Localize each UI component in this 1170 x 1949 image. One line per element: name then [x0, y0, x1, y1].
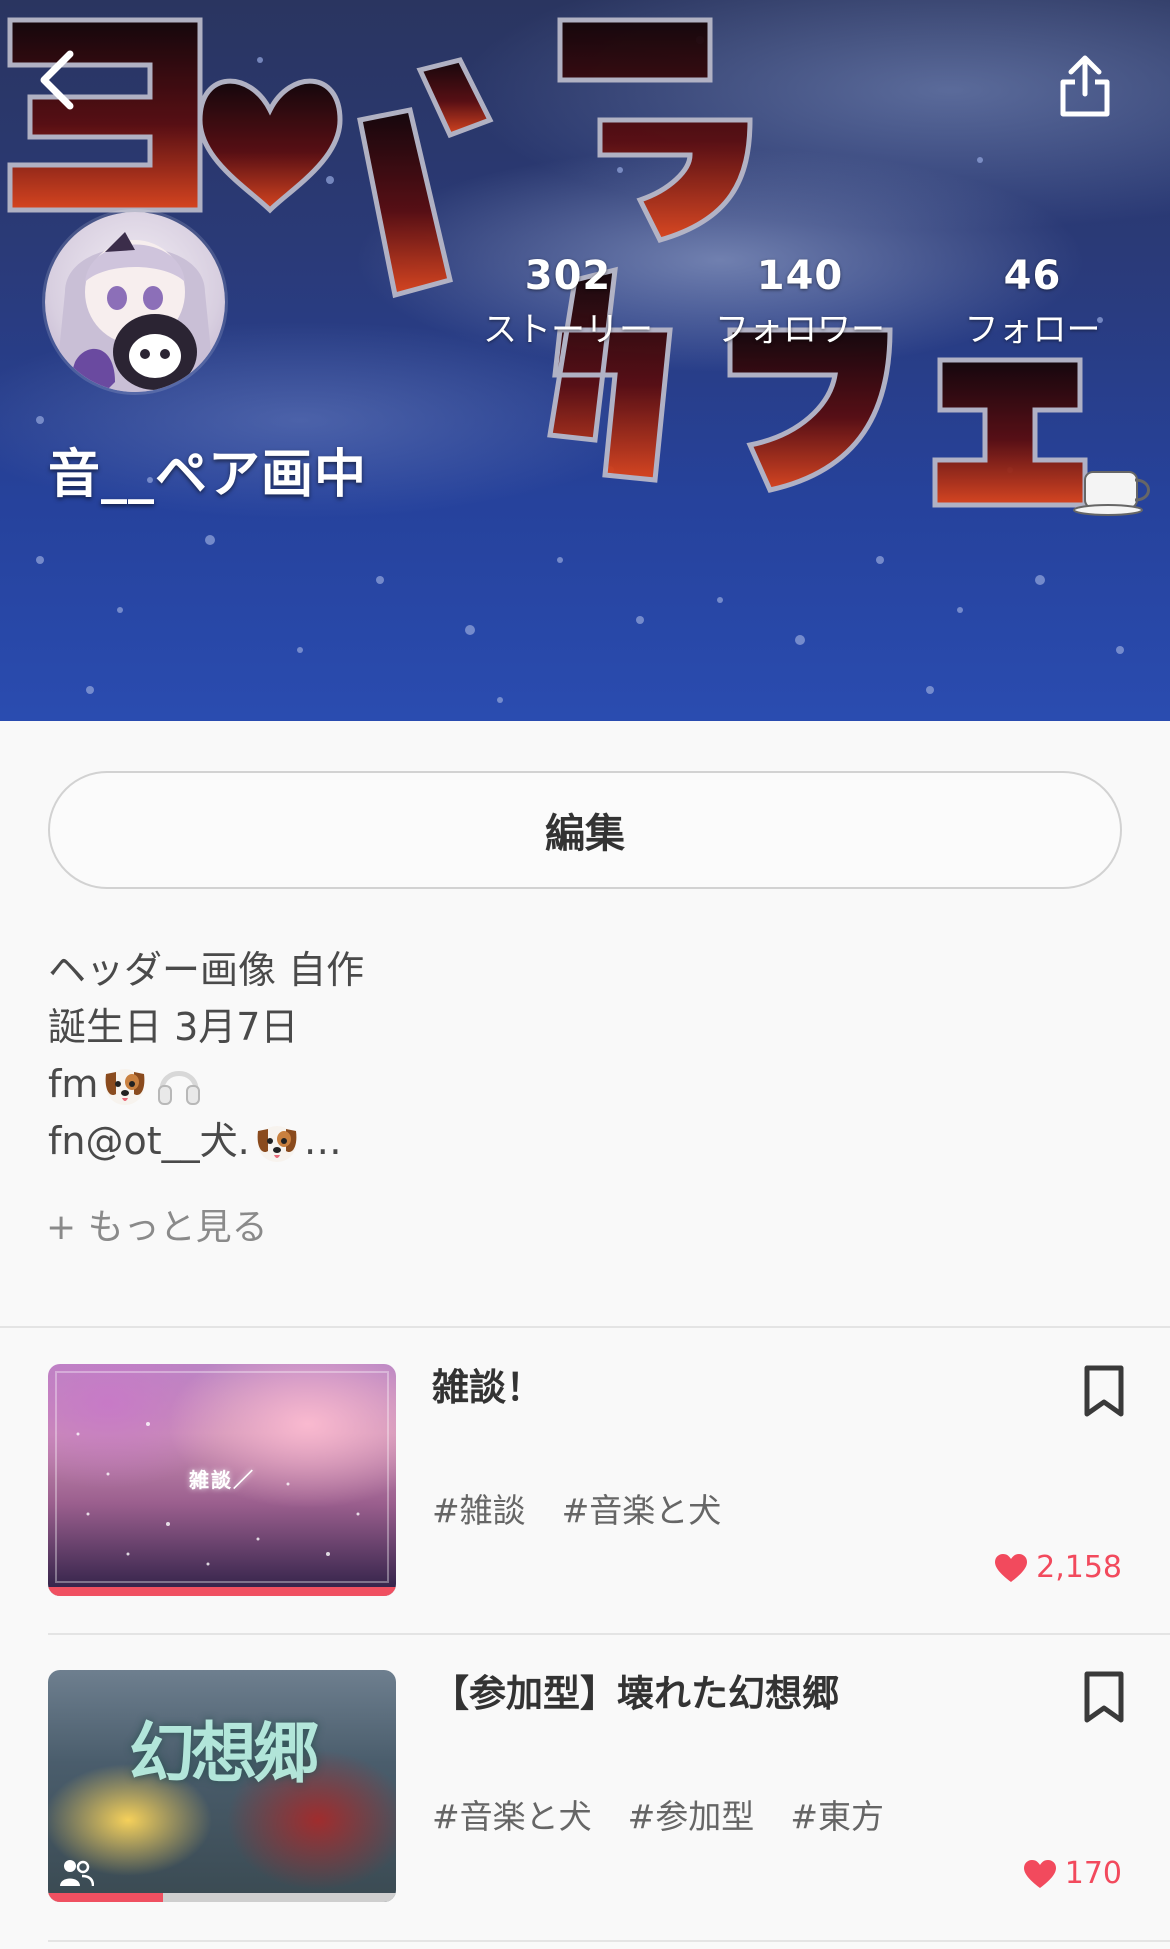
edit-profile-button[interactable]: 編集 — [48, 771, 1122, 889]
bio-text: fm — [48, 1062, 99, 1106]
like-count: 2,158 — [994, 1550, 1122, 1585]
stat-following[interactable]: 46 フォロー — [940, 252, 1125, 352]
stat-followers-label: フォロワー — [715, 310, 885, 350]
story-card[interactable]: 雑談／ 雑談！ #雑談 #音楽と犬 2,158 — [0, 1364, 1170, 1654]
pair-users-icon — [60, 1860, 94, 1887]
stat-followers-count: 140 — [756, 253, 844, 299]
bio-line: 誕生日 3月7日 — [48, 999, 1118, 1056]
headphones-icon — [158, 1070, 201, 1105]
heart-icon — [995, 1553, 1028, 1582]
story-thumbnail[interactable]: 雑談／ — [48, 1364, 396, 1596]
username: 音__ペア画中 — [48, 445, 368, 505]
story-progress-fill — [48, 1893, 163, 1902]
tag[interactable]: #参加型 — [628, 1790, 755, 1838]
heart-icon — [1023, 1859, 1056, 1888]
section-divider — [0, 1326, 1170, 1328]
list-divider — [48, 1633, 1170, 1635]
profile-bio: ヘッダー画像 自作 誕生日 3月7日 fm fn@ot__犬. … — [48, 942, 1118, 1170]
story-title[interactable]: 雑談！ — [432, 1364, 543, 1412]
bookmark-icon[interactable] — [1078, 1670, 1130, 1724]
list-divider — [48, 1940, 1170, 1942]
bio-text: 誕生日 3月7日 — [48, 1005, 299, 1049]
story-tags: #雑談 #音楽と犬 — [432, 1484, 721, 1532]
tag[interactable]: #音楽と犬 — [432, 1790, 592, 1838]
chevron-left-icon — [40, 50, 74, 110]
tag[interactable]: #音楽と犬 — [562, 1484, 722, 1532]
share-button[interactable] — [1040, 40, 1130, 130]
dog-face-icon — [106, 1068, 145, 1105]
story-thumbnail[interactable]: 幻想郷 — [48, 1670, 396, 1902]
bio-text: ヘッダー画像 自作 — [48, 948, 365, 992]
tag[interactable]: #雑談 — [432, 1484, 526, 1532]
bio-text: … — [303, 1119, 342, 1163]
share-icon — [1060, 55, 1110, 117]
stat-following-count: 46 — [1003, 253, 1062, 299]
coffee-cup-icon — [1073, 471, 1150, 516]
bio-line: fn@ot__犬. … — [48, 1113, 1118, 1170]
like-count: 170 — [1023, 1856, 1122, 1891]
stat-stories-count: 302 — [524, 253, 612, 299]
profile-header-banner: 302 ストーリー 140 フォロワー 46 フォロー 音__ペア画中 — [0, 0, 1170, 721]
profile-stats: 302 ストーリー 140 フォロワー 46 フォロー — [0, 252, 1170, 362]
bio-text: fn@ot__犬. — [48, 1119, 250, 1163]
story-progress-fill — [48, 1587, 396, 1596]
stat-stories[interactable]: 302 ストーリー — [468, 252, 668, 352]
show-more-link[interactable]: + もっと見る — [46, 1198, 268, 1250]
story-progress-bar — [48, 1893, 396, 1902]
dog-face-icon — [257, 1125, 297, 1162]
story-progress-bar — [48, 1587, 396, 1596]
thumbnail-caption: 幻想郷 — [129, 1714, 319, 1792]
bio-line: fm — [48, 1056, 1118, 1113]
stat-following-label: フォロー — [964, 310, 1101, 350]
bio-line: ヘッダー画像 自作 — [48, 942, 1118, 999]
thumbnail-caption: 雑談／ — [189, 1468, 255, 1492]
story-tags: #音楽と犬 #参加型 #東方 — [432, 1790, 884, 1838]
story-card[interactable]: 幻想郷 【参加型】壊れた幻想郷 #音楽と犬 #参加型 #東方 170 — [0, 1670, 1170, 1949]
like-count-value: 170 — [1064, 1856, 1122, 1891]
back-button[interactable] — [18, 40, 98, 120]
stat-stories-label: ストーリー — [483, 310, 653, 350]
like-count-value: 2,158 — [1036, 1550, 1122, 1585]
stat-followers[interactable]: 140 フォロワー — [700, 252, 900, 352]
tag[interactable]: #東方 — [790, 1790, 884, 1838]
bookmark-icon[interactable] — [1078, 1364, 1130, 1418]
story-title[interactable]: 【参加型】壊れた幻想郷 — [432, 1670, 839, 1718]
